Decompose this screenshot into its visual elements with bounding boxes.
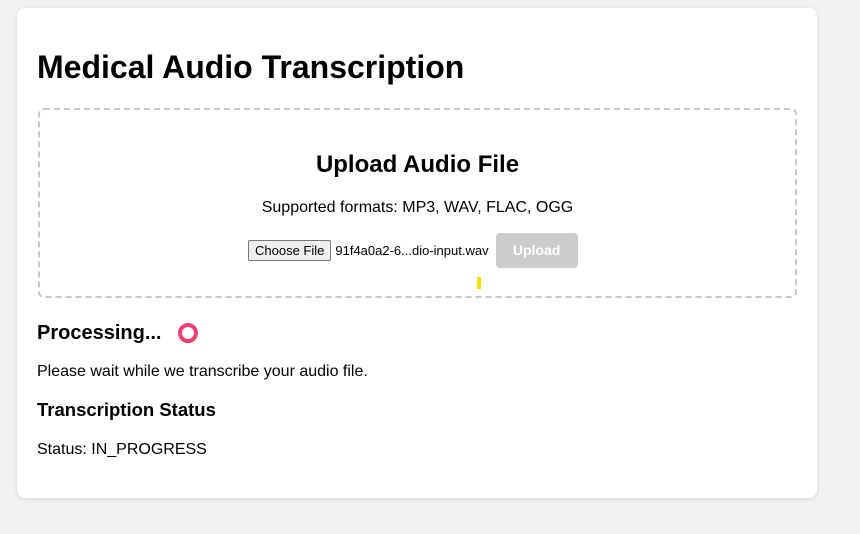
upload-heading: Upload Audio File — [315, 151, 520, 178]
processing-message: Please wait while we transcribe your aud… — [37, 363, 368, 380]
status-text: Status: IN_PROGRESS — [37, 441, 207, 458]
upload-button: Upload — [495, 232, 578, 268]
upload-progress-marker — [477, 277, 481, 289]
file-input: Choose File 91f4a0a2-6...dio-input.wav U… — [248, 232, 578, 268]
page-title: Medical Audio Transcription — [37, 49, 465, 85]
transcription-card: Medical Audio Transcription Upload Audio… — [17, 8, 817, 498]
status-heading: Transcription Status — [37, 399, 216, 420]
selected-file-name: 91f4a0a2-6...dio-input.wav — [335, 242, 489, 258]
processing-indicator: Processing... — [37, 319, 198, 347]
processing-heading: Processing... — [37, 322, 162, 344]
supported-formats-text: Supported formats: MP3, WAV, FLAC, OGG — [261, 199, 574, 216]
upload-dropzone[interactable]: Upload Audio File Supported formats: MP3… — [38, 108, 797, 298]
loading-spinner-icon — [177, 323, 198, 343]
choose-file-button[interactable]: Choose File — [248, 239, 332, 261]
